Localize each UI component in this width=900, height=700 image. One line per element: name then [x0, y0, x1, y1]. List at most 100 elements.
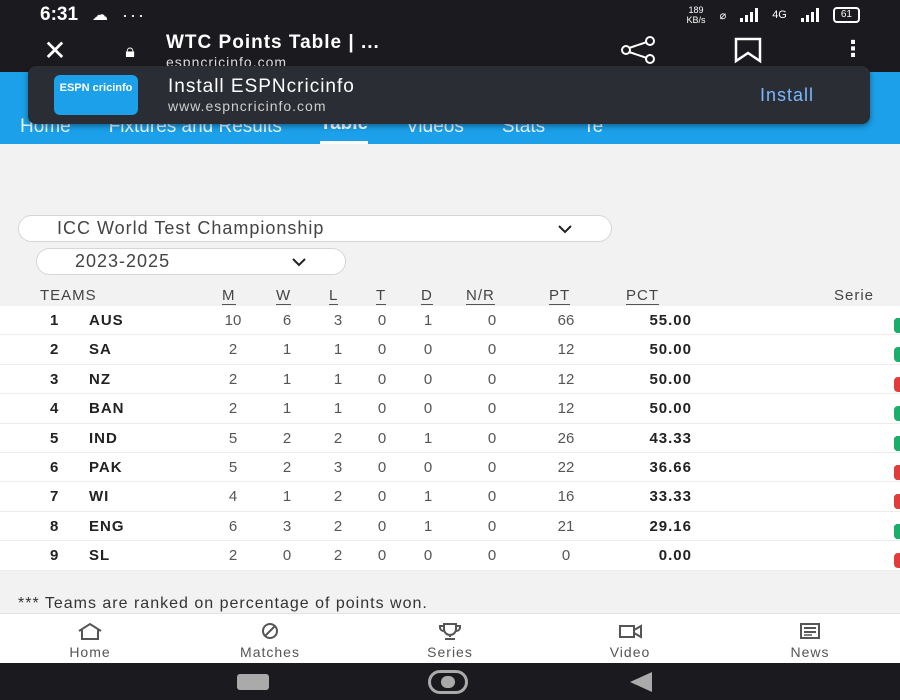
install-app-site: www.espncricinfo.com — [168, 98, 327, 114]
pct-cell: 55.00 — [649, 312, 692, 329]
l-cell: 1 — [333, 341, 343, 359]
table-row[interactable]: 5IND5220102643.33WDLW — [0, 423, 900, 453]
w-cell: 1 — [282, 400, 292, 418]
page-title: WTC Points Table | ... — [166, 32, 380, 53]
competition-select[interactable]: ICC World Test Championship — [18, 215, 612, 242]
pct-cell: 50.00 — [649, 341, 692, 359]
m-cell: 6 — [228, 517, 238, 535]
team-cell[interactable]: SA — [89, 341, 112, 358]
table-row[interactable]: 3 NZ 2 1 1 0 0 0 12 50.00 L — [0, 364, 900, 395]
status-bar: 6:31 ☁ ··· 189 KB/s ⌀ 4G 61 — [0, 0, 900, 30]
d-cell: 1 — [423, 488, 433, 506]
l-cell: 2 — [333, 429, 343, 447]
header-pt[interactable]: PT — [549, 287, 571, 305]
table-row[interactable]: 8ENG6320102129.16LWDW — [0, 511, 900, 542]
result-badge[interactable]: W — [894, 406, 900, 422]
header-l[interactable]: L — [329, 287, 339, 305]
rank-cell: 7 — [50, 488, 59, 506]
team-cell[interactable]: ENG — [89, 518, 125, 535]
home-icon — [0, 622, 180, 644]
team-cell[interactable]: NZ — [89, 371, 111, 388]
pt-cell: 16 — [557, 488, 575, 506]
m-cell: 10 — [224, 312, 242, 329]
news-icon — [720, 622, 900, 644]
rank-cell: 1 — [50, 312, 59, 329]
install-app-name: Install ESPNcricinfo — [168, 76, 355, 97]
result-badge[interactable]: L — [894, 464, 900, 480]
team-cell[interactable]: IND — [89, 430, 118, 447]
table-header: TEAMS M W L T D N/R PT PCT Serie — [0, 285, 900, 307]
back-icon[interactable] — [630, 672, 652, 692]
team-cell[interactable]: PAK — [89, 459, 123, 476]
bookmark-icon[interactable] — [732, 36, 764, 70]
nav-video-label: Video — [609, 644, 651, 660]
nav-home[interactable]: Home — [0, 614, 180, 663]
pt-cell: 12 — [557, 370, 575, 388]
table-row[interactable]: 4 BAN 2 1 1 0 0 0 12 50.00 W — [0, 394, 900, 424]
l-cell: 1 — [333, 370, 343, 388]
result-badge[interactable]: W — [894, 347, 900, 363]
team-cell[interactable]: SL — [89, 547, 110, 564]
result-badge[interactable]: W — [894, 435, 900, 451]
pt-cell: 12 — [557, 341, 575, 359]
home-button-icon[interactable] — [428, 670, 468, 694]
header-nr[interactable]: N/R — [466, 287, 495, 305]
m-cell: 2 — [228, 547, 238, 565]
battery-indicator: 61 — [832, 7, 860, 23]
table-row[interactable]: 7WI4120101633.33LDL — [0, 482, 900, 512]
t-cell: 0 — [377, 400, 387, 418]
install-button[interactable]: Install — [760, 85, 814, 106]
nav-series[interactable]: Series — [360, 614, 540, 663]
recent-apps-icon[interactable] — [237, 674, 269, 690]
t-cell: 0 — [377, 458, 387, 476]
header-w[interactable]: W — [276, 287, 292, 305]
header-d[interactable]: D — [421, 287, 433, 305]
table-row[interactable]: 2 SA 2 1 1 0 0 0 12 50.00 W — [0, 335, 900, 365]
d-cell: 1 — [423, 517, 433, 535]
network-type: 4G — [772, 9, 787, 21]
l-cell: 3 — [333, 312, 343, 329]
t-cell: 0 — [377, 547, 387, 565]
table-row[interactable]: 1AUS10630106655.00WWWW — [0, 306, 900, 336]
pct-cell: 36.66 — [649, 458, 692, 476]
nr-cell: 0 — [487, 341, 497, 359]
result-badge[interactable]: W — [894, 523, 900, 539]
nav-news[interactable]: News — [720, 614, 900, 663]
season-select[interactable]: 2023-2025 — [36, 248, 346, 275]
nr-cell: 0 — [487, 429, 497, 447]
table-row[interactable]: 9 SL 2 0 2 0 0 0 0 0.00 L — [0, 541, 900, 571]
nr-cell: 0 — [487, 547, 497, 565]
nav-matches[interactable]: Matches — [180, 614, 360, 663]
rank-cell: 6 — [50, 458, 59, 476]
result-badge[interactable]: L — [894, 376, 900, 392]
page-title-box[interactable]: WTC Points Table | ... espncricinfo.com — [166, 32, 566, 70]
nr-cell: 0 — [487, 517, 497, 535]
team-cell[interactable]: BAN — [89, 400, 125, 417]
pct-cell: 0.00 — [658, 547, 692, 565]
rank-cell: 8 — [50, 517, 59, 535]
chevron-down-icon — [291, 254, 307, 270]
header-m[interactable]: M — [222, 287, 236, 305]
table-row[interactable]: 6PAK5230002236.66WWLL — [0, 452, 900, 483]
header-pct[interactable]: PCT — [626, 287, 659, 305]
m-cell: 5 — [228, 429, 238, 447]
l-cell: 2 — [333, 547, 343, 565]
team-cell[interactable]: WI — [89, 488, 109, 505]
t-cell: 0 — [377, 312, 387, 329]
result-badge[interactable]: L — [894, 553, 900, 569]
network-speed: 189 KB/s — [686, 5, 706, 25]
nav-video[interactable]: Video — [540, 614, 720, 663]
result-badge[interactable]: L — [894, 494, 900, 510]
team-cell[interactable]: AUS — [89, 312, 124, 329]
m-cell: 5 — [228, 458, 238, 476]
more-menu-icon[interactable]: ⋮ — [842, 36, 864, 62]
competition-value: ICC World Test Championship — [57, 218, 325, 238]
header-t[interactable]: T — [376, 287, 387, 305]
result-badge[interactable]: W — [894, 318, 900, 333]
more-notifications-icon: ··· — [122, 4, 147, 25]
close-icon[interactable]: ✕ — [0, 37, 110, 65]
share-icon[interactable] — [618, 36, 658, 70]
wifi-off-icon: ⌀ — [719, 9, 727, 22]
status-time: 6:31 — [40, 4, 79, 25]
lock-icon[interactable]: 🔒︎ — [110, 41, 150, 62]
